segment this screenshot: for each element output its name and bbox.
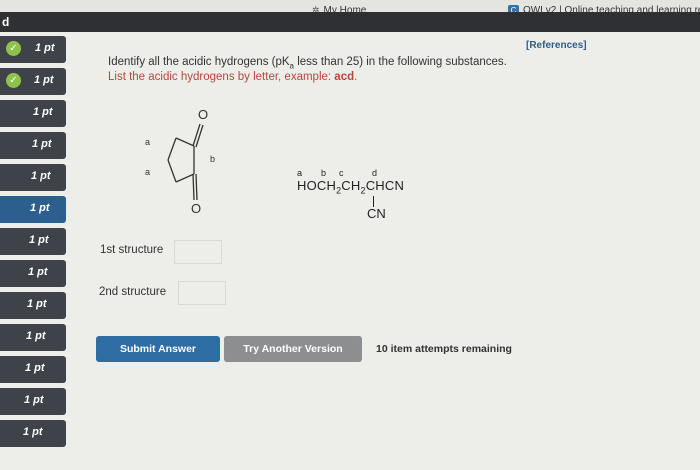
sidebar-item-points: 1 pt bbox=[33, 106, 53, 118]
cyclopentanedione-structure: O O a a b bbox=[145, 107, 215, 216]
instruction-text-end: less than 25) in the following substance… bbox=[294, 56, 507, 68]
sidebar-item-11[interactable]: 1 pt bbox=[0, 356, 66, 383]
attempts-remaining: 10 item attempts remaining bbox=[376, 343, 512, 355]
sidebar-item-7[interactable]: 1 pt bbox=[0, 228, 66, 255]
check-circle-icon: ✓ bbox=[6, 41, 21, 56]
sidebar-item-points: 1 pt bbox=[32, 138, 52, 150]
hydroxy-nitrile-structure: a b c d HOCH2CH2CHCN CN bbox=[290, 156, 440, 256]
carbonyl-double-bond bbox=[192, 173, 195, 201]
question-sidebar: ✓ 1 pt ✓ 1 pt 1 pt 1 pt 1 pt 1 pt 1 pt 1… bbox=[0, 36, 68, 470]
instruction-text-start: Identify all the acidic hydrogens (pK bbox=[108, 56, 290, 68]
hydrogen-label-a-bottom: a bbox=[145, 167, 150, 177]
oxygen-atom-bottom: O bbox=[191, 201, 201, 216]
formula-part: HOCH bbox=[297, 178, 337, 193]
carbonyl-double-bond bbox=[192, 123, 201, 147]
sidebar-item-9[interactable]: 1 pt bbox=[0, 292, 66, 319]
hydrogen-label-a-top: a bbox=[145, 137, 150, 147]
sidebar-item-points: 1 pt bbox=[34, 74, 54, 86]
check-circle-icon: ✓ bbox=[6, 73, 21, 88]
sidebar-item-points: 1 pt bbox=[29, 234, 49, 246]
assignment-header-bar: d bbox=[0, 12, 700, 32]
hydrogen-label-b: b bbox=[321, 168, 327, 178]
sidebar-item-2[interactable]: ✓ 1 pt bbox=[0, 68, 66, 95]
condensed-formula: HOCH2CH2CHCN bbox=[297, 178, 404, 196]
hydrogen-label-b: b bbox=[210, 154, 215, 164]
question-panel: [References] Identify all the acidic hyd… bbox=[68, 32, 700, 470]
hydrogen-label-a: a bbox=[297, 168, 303, 178]
sidebar-item-points: 1 pt bbox=[30, 202, 50, 214]
second-structure-label: 2nd structure bbox=[99, 286, 167, 298]
sidebar-item-points: 1 pt bbox=[27, 298, 47, 310]
submit-answer-button[interactable]: Submit Answer bbox=[96, 336, 220, 362]
question-instruction: Identify all the acidic hydrogens (pKa l… bbox=[108, 56, 507, 70]
references-link[interactable]: [References] bbox=[526, 40, 587, 51]
sidebar-item-5[interactable]: 1 pt bbox=[0, 164, 66, 191]
hint-text: List the acidic hydrogens by letter, exa… bbox=[108, 71, 335, 83]
ring-bond bbox=[167, 159, 177, 183]
sidebar-item-4[interactable]: 1 pt bbox=[0, 132, 66, 159]
sidebar-item-12[interactable]: 1 pt bbox=[0, 388, 66, 415]
sidebar-item-8[interactable]: 1 pt bbox=[0, 260, 66, 287]
carbonyl-double-bond bbox=[195, 124, 204, 148]
sidebar-item-points: 1 pt bbox=[25, 362, 45, 374]
first-structure-label: 1st structure bbox=[100, 244, 164, 256]
ring-bond bbox=[175, 173, 195, 183]
question-hint: List the acidic hydrogens by letter, exa… bbox=[108, 71, 357, 83]
first-structure-input[interactable] bbox=[174, 240, 222, 264]
sidebar-item-13[interactable]: 1 pt bbox=[0, 420, 66, 447]
sidebar-item-points: 1 pt bbox=[26, 330, 46, 342]
sidebar-item-points: 1 pt bbox=[28, 266, 48, 278]
sidebar-item-3[interactable]: 1 pt bbox=[0, 100, 66, 127]
hydrogen-label-d: d bbox=[372, 168, 378, 178]
ring-bond bbox=[175, 137, 195, 147]
hint-period: . bbox=[354, 71, 358, 83]
try-another-version-button[interactable]: Try Another Version bbox=[224, 336, 362, 362]
sidebar-item-points: 1 pt bbox=[35, 42, 55, 54]
sidebar-item-6-current[interactable]: 1 pt bbox=[0, 196, 66, 223]
hint-example: acd bbox=[334, 71, 355, 83]
sidebar-item-points: 1 pt bbox=[23, 426, 43, 438]
oxygen-atom-top: O bbox=[198, 107, 208, 122]
sidebar-item-10[interactable]: 1 pt bbox=[0, 324, 66, 351]
sidebar-item-points: 1 pt bbox=[31, 170, 51, 182]
ring-bond bbox=[167, 137, 177, 161]
carbonyl-double-bond bbox=[195, 173, 198, 201]
sidebar-item-points: 1 pt bbox=[24, 394, 44, 406]
formula-part: CH bbox=[341, 178, 361, 193]
header-letter: d bbox=[2, 15, 10, 29]
nitrile-substituent: CN bbox=[367, 206, 386, 221]
hydrogen-label-c: c bbox=[339, 168, 344, 178]
sidebar-item-1[interactable]: ✓ 1 pt bbox=[0, 36, 66, 63]
formula-part: CHCN bbox=[365, 178, 405, 193]
second-structure-input[interactable] bbox=[178, 281, 226, 305]
